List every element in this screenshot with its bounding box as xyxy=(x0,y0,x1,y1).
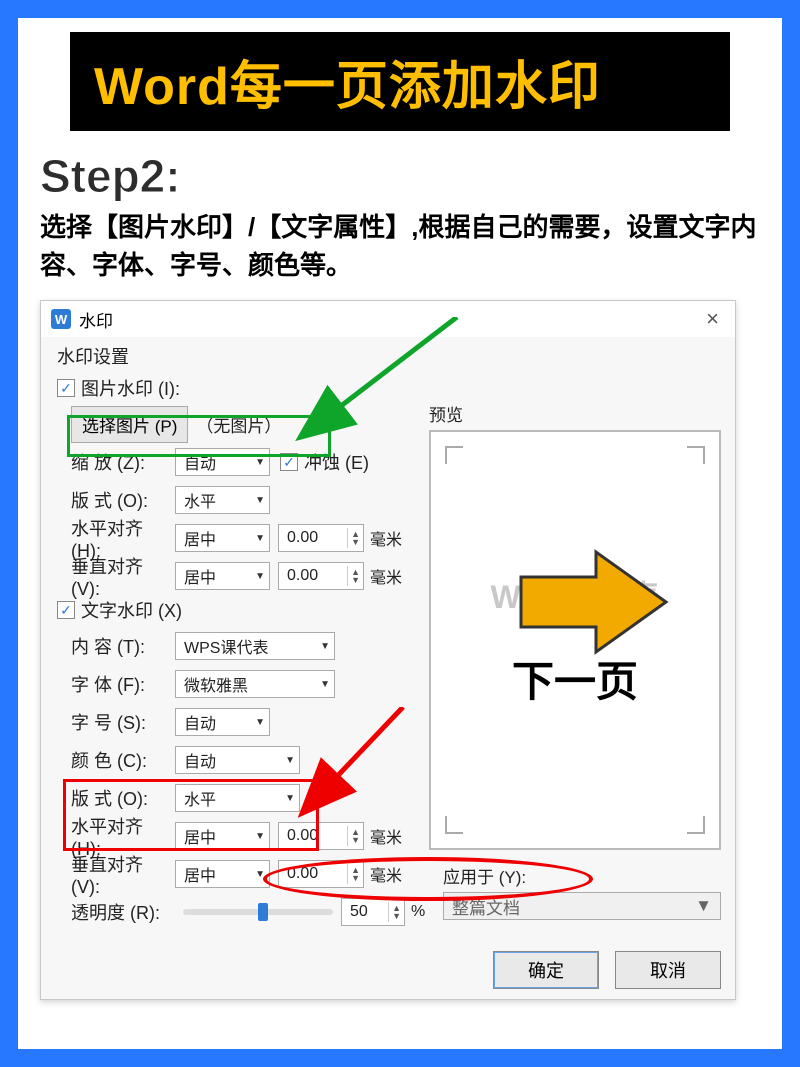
font-label: 字 体 (F): xyxy=(53,671,175,697)
crop-marker-icon xyxy=(687,446,705,464)
image-watermark-checkbox-row[interactable]: ✓ 图片水印 (I): xyxy=(57,375,723,401)
txt-halign-select[interactable]: 居中▼ xyxy=(175,822,270,850)
opacity-spinner[interactable]: 50▲▼ xyxy=(341,898,405,926)
dialog-title: 水印 xyxy=(79,307,113,332)
crop-marker-icon xyxy=(445,446,463,464)
page-title: Word每一页添加水印 xyxy=(70,32,730,131)
checkbox-checked-icon[interactable]: ✓ xyxy=(57,601,75,619)
content-label: 内 容 (T): xyxy=(53,633,175,659)
erode-label: 冲蚀 (E) xyxy=(304,449,369,475)
image-watermark-label: 图片水印 (I): xyxy=(81,375,180,401)
chevron-down-icon: ▼ xyxy=(255,869,265,880)
content-select[interactable]: WPS课代表▼ xyxy=(175,632,335,660)
img-valign-spinner[interactable]: 0.00▲▼ xyxy=(278,562,364,590)
step-label: Step2: xyxy=(40,149,760,203)
img-layout-select[interactable]: 水平▼ xyxy=(175,486,270,514)
apply-select[interactable]: 整篇文档▼ xyxy=(443,892,721,920)
spinner-icon[interactable]: ▲▼ xyxy=(388,902,404,922)
unit-label: 毫米 xyxy=(370,564,402,588)
unit-label: 毫米 xyxy=(370,526,402,550)
chevron-down-icon: ▼ xyxy=(695,896,712,916)
erode-checkbox[interactable]: ✓ xyxy=(280,453,298,471)
img-halign-spinner[interactable]: 0.00▲▼ xyxy=(278,524,364,552)
chevron-down-icon: ▼ xyxy=(255,831,265,842)
font-select[interactable]: 微软雅黑▼ xyxy=(175,670,335,698)
unit-label: % xyxy=(411,903,425,921)
ok-button[interactable]: 确定 xyxy=(493,951,599,989)
no-image-text: （无图片） xyxy=(196,412,281,437)
txt-layout-label: 版 式 (O): xyxy=(53,785,175,811)
spinner-icon[interactable]: ▲▼ xyxy=(347,566,363,586)
chevron-down-icon: ▼ xyxy=(255,571,265,582)
checkbox-checked-icon[interactable]: ✓ xyxy=(57,379,75,397)
dialog-titlebar: W 水印 × xyxy=(41,301,735,337)
chevron-down-icon: ▼ xyxy=(285,793,295,804)
txt-valign-label: 垂直对齐 (V): xyxy=(53,851,175,898)
app-icon: W xyxy=(51,309,71,329)
size-select[interactable]: 自动▼ xyxy=(175,708,270,736)
chevron-down-icon: ▼ xyxy=(285,755,295,766)
img-layout-label: 版 式 (O): xyxy=(53,487,175,513)
txt-valign-spinner[interactable]: 0.00▲▼ xyxy=(278,860,364,888)
chevron-down-icon: ▼ xyxy=(255,495,265,506)
img-halign-select[interactable]: 居中▼ xyxy=(175,524,270,552)
text-watermark-label: 文字水印 (X) xyxy=(81,597,182,623)
txt-halign-spinner[interactable]: 0.00▲▼ xyxy=(278,822,364,850)
slider-thumb-icon[interactable] xyxy=(258,903,268,921)
chevron-down-icon: ▼ xyxy=(255,717,265,728)
spinner-icon[interactable]: ▲▼ xyxy=(347,826,363,846)
close-icon[interactable]: × xyxy=(700,306,725,332)
chevron-down-icon: ▼ xyxy=(320,641,330,652)
preview-box: WPS课代表 下一页 xyxy=(429,430,721,850)
size-label: 字 号 (S): xyxy=(53,709,175,735)
unit-label: 毫米 xyxy=(370,862,402,886)
watermark-dialog: W 水印 × 水印设置 ✓ 图片水印 (I): 选择图片 (P) （无图片） 缩… xyxy=(40,300,736,1000)
chevron-down-icon: ▼ xyxy=(255,457,265,468)
txt-valign-select[interactable]: 居中▼ xyxy=(175,860,270,888)
zoom-select[interactable]: 自动▼ xyxy=(175,448,270,476)
img-valign-select[interactable]: 居中▼ xyxy=(175,562,270,590)
color-select[interactable]: 自动▼ xyxy=(175,746,300,774)
zoom-label: 缩 放 (Z): xyxy=(53,449,175,475)
spinner-icon[interactable]: ▲▼ xyxy=(347,864,363,884)
step-description: 选择【图片水印】/【文字属性】,根据自己的需要，设置文字内容、字体、字号、颜色等… xyxy=(40,209,760,284)
preview-label: 预览 xyxy=(429,401,721,426)
img-valign-label: 垂直对齐 (V): xyxy=(53,553,175,600)
section-title: 水印设置 xyxy=(57,343,723,369)
opacity-label: 透明度 (R): xyxy=(53,899,175,925)
crop-marker-icon xyxy=(445,816,463,834)
spinner-icon[interactable]: ▲▼ xyxy=(347,528,363,548)
arrow-right-icon xyxy=(511,542,671,662)
txt-layout-select[interactable]: 水平▼ xyxy=(175,784,300,812)
color-label: 颜 色 (C): xyxy=(53,747,175,773)
crop-marker-icon xyxy=(687,816,705,834)
chevron-down-icon: ▼ xyxy=(255,533,265,544)
apply-label: 应用于 (Y): xyxy=(443,863,721,888)
opacity-slider[interactable] xyxy=(183,909,333,915)
unit-label: 毫米 xyxy=(370,824,402,848)
cancel-button[interactable]: 取消 xyxy=(615,951,721,989)
select-image-button[interactable]: 选择图片 (P) xyxy=(71,406,188,443)
chevron-down-icon: ▼ xyxy=(320,679,330,690)
